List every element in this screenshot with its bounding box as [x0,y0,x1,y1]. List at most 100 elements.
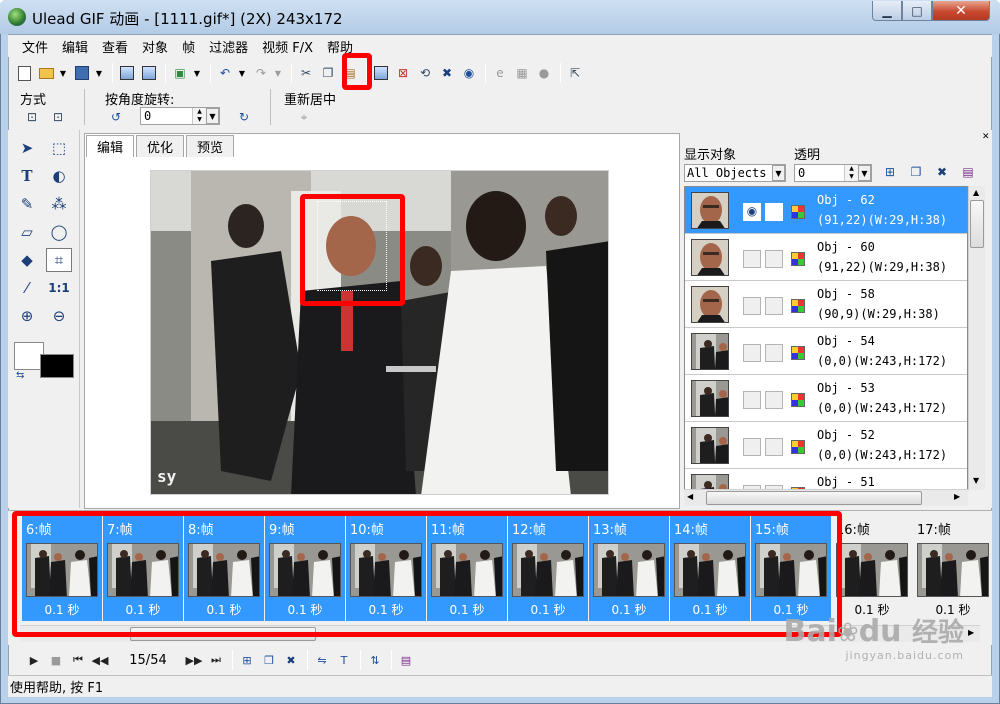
zoom-in-tool-icon[interactable]: ⊕ [14,304,40,328]
recenter-crosshair-icon[interactable]: ⌖ [294,107,314,127]
object-properties-icon[interactable]: ▤ [958,162,978,182]
undo-dropdown-arrow[interactable]: ▼ [237,63,247,83]
frame-item[interactable]: 10:帧 0.1 秒 [346,513,426,621]
lock-checkbox[interactable] [765,297,783,315]
frame-item[interactable]: 7:帧 0.1 秒 [103,513,183,621]
transparency-spinner[interactable]: 0 ▲ ▼ ▼ [794,164,872,182]
frame-item[interactable]: 12:帧 0.1 秒 [508,513,588,621]
visibility-eye-icon[interactable] [743,250,761,268]
close-button[interactable]: ✕ [932,1,990,21]
frame-item[interactable]: 14:帧 0.1 秒 [670,513,750,621]
tab-optimize[interactable]: 优化 [136,135,185,157]
ie-icon[interactable]: e [490,63,510,83]
object-list[interactable]: ◉ Obj - 62 (91,22)(W:29,H:38) Obj - 60 (91,2… [684,186,968,490]
copy-icon[interactable]: ❐ [318,63,338,83]
object-row[interactable]: Obj - 54 (0,0)(W:243,H:172) [685,328,967,375]
fit-canvas-icon[interactable]: ⊡ [22,107,42,127]
duplicate-object-icon[interactable]: ❐ [906,162,926,182]
frame-item[interactable]: 15:帧 0.1 秒 [751,513,831,621]
reverse-frames-icon[interactable]: ⇅ [365,650,385,670]
frame-item[interactable]: 13:帧 0.1 秒 [589,513,669,621]
title-bar[interactable]: Ulead GIF 动画 - [1111.gif*] (2X) 243x172 … [0,0,1000,34]
object-select-tool-icon[interactable]: ◐ [46,164,72,188]
crop-tool-icon[interactable]: ⌗ [46,248,72,272]
menu-edit[interactable]: 编辑 [55,37,95,56]
brush-tool-icon[interactable]: ✎ [14,192,40,216]
last-frame-icon[interactable]: ⏭ [206,650,226,670]
preview-dropdown-arrow[interactable]: ▼ [192,63,202,83]
preview-browser-icon[interactable]: ▣ [170,63,190,83]
tab-preview[interactable]: 预览 [186,135,235,157]
fit-object-icon[interactable]: ⊡ [48,107,68,127]
rotate-dropdown-arrow[interactable]: ▼ [206,108,219,124]
redo-dropdown-arrow[interactable]: ▼ [273,63,283,83]
paste-icon[interactable]: ▤ [340,63,360,83]
object-list-vscrollbar[interactable]: ▲ ▼ [968,186,985,490]
scroll-up-arrow[interactable]: ▲ [973,188,979,197]
visibility-eye-icon[interactable] [743,297,761,315]
banner-text-icon[interactable]: T [334,650,354,670]
new-file-icon[interactable] [14,63,34,83]
export-icon[interactable] [139,63,159,83]
help-pointer-icon[interactable]: ⇱ [565,63,585,83]
visibility-eye-icon[interactable] [743,344,761,362]
stop-icon[interactable]: ■ [46,650,66,670]
rotate-icon[interactable]: ⟲ [415,63,435,83]
new-object-icon[interactable]: ⊞ [880,162,900,182]
pointer-tool-icon[interactable]: ➤ [14,136,40,160]
zoom-out-tool-icon[interactable]: ⊖ [46,304,72,328]
scroll-thumb[interactable] [706,491,922,505]
scroll-down-arrow[interactable]: ▼ [973,476,979,485]
cut-icon[interactable]: ✂ [296,63,316,83]
frame-item[interactable]: 11:帧 0.1 秒 [427,513,507,621]
redo-icon[interactable]: ↷ [251,63,271,83]
frame-item[interactable]: 9:帧 0.1 秒 [265,513,345,621]
spinner-arrows[interactable]: ▲ ▼ [192,108,206,124]
disabled-icon-2[interactable]: ● [534,63,554,83]
menu-view[interactable]: 查看 [95,37,135,56]
save-dropdown-arrow[interactable]: ▼ [94,63,104,83]
fill-tool-icon[interactable]: ◆ [14,248,40,272]
visibility-eye-icon[interactable] [743,391,761,409]
eyedropper-tool-icon[interactable]: ⁄ [14,276,40,300]
menu-object[interactable]: 对象 [135,37,175,56]
optimize-icon[interactable]: ◉ [459,63,479,83]
delete-icon[interactable]: ✖ [437,63,457,83]
lock-checkbox[interactable] [765,344,783,362]
scroll-right-arrow[interactable]: ▶ [954,492,960,501]
show-objects-dropdown-arrow[interactable]: ▼ [772,165,785,181]
lock-checkbox[interactable] [765,438,783,456]
first-frame-icon[interactable]: ⏮ [68,650,88,670]
swap-colors-icon[interactable]: ⇆ [16,370,24,381]
object-row[interactable]: ◉ Obj - 62 (91,22)(W:29,H:38) [685,187,967,234]
rotate-cw-icon[interactable]: ↻ [234,107,254,127]
scroll-thumb[interactable] [130,627,316,641]
foreground-color-swatch[interactable] [40,354,74,378]
visibility-eye-icon[interactable] [743,438,761,456]
duplicate-frame-icon[interactable]: ❐ [259,650,279,670]
rotate-angle-spinner[interactable]: 0 ▲ ▼ ▼ [140,107,220,125]
menu-filter[interactable]: 过滤器 [202,37,255,56]
undo-icon[interactable]: ↶ [215,63,235,83]
add-frame-icon[interactable]: ⊞ [237,650,257,670]
scroll-right-arrow[interactable]: ▶ [968,628,974,637]
open-folder-icon[interactable] [36,63,56,83]
frame-item[interactable]: 8:帧 0.1 秒 [184,513,264,621]
tween-icon[interactable]: ⇋ [312,650,332,670]
menu-video-fx[interactable]: 视频 F/X [255,37,320,56]
scroll-thumb[interactable] [970,200,984,248]
transparency-dropdown-arrow[interactable]: ▼ [858,165,871,181]
eraser-tool-icon[interactable]: ▱ [14,220,40,244]
disabled-icon-1[interactable]: ▦ [512,63,532,83]
frame-item[interactable]: 17:帧 0.1 秒 [913,513,993,621]
object-list-hscrollbar[interactable]: ◀ ▶ [684,489,968,506]
visibility-eye-icon[interactable]: ◉ [743,203,761,221]
lasso-tool-icon[interactable]: ◯ [46,220,72,244]
lock-checkbox[interactable] [765,391,783,409]
rotate-ccw-icon[interactable]: ↺ [106,107,126,127]
object-row[interactable]: Obj - 60 (91,22)(W:29,H:38) [685,234,967,281]
object-row[interactable]: Obj - 52 (0,0)(W:243,H:172) [685,422,967,469]
selected-object-marquee[interactable] [317,201,387,291]
actual-size-tool-icon[interactable]: 1:1 [46,276,72,300]
paste-as-object-icon[interactable] [371,63,391,83]
